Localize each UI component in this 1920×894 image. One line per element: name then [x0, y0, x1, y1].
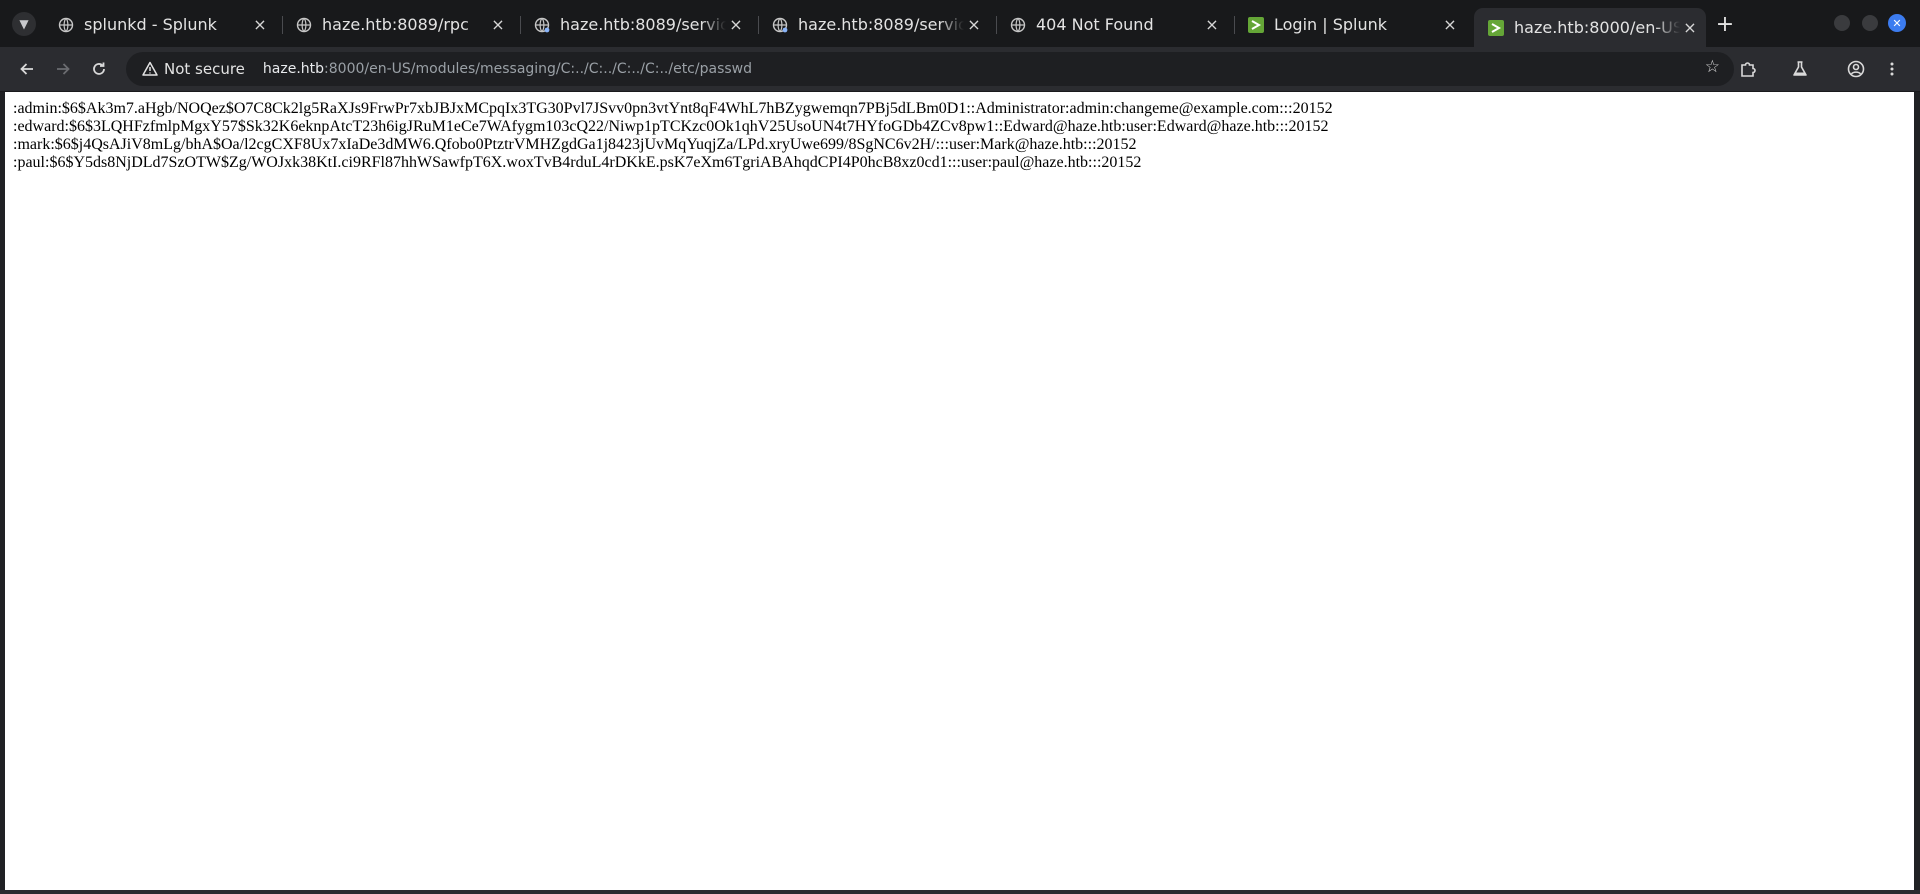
- tab-title: 404 Not Found: [1036, 15, 1154, 34]
- passwd-line-paul: :paul:$6$Y5ds8NjDLd7SzOTW$Zg/WOJxk38KtI.…: [13, 154, 1142, 171]
- page-viewport: :admin:$6$Ak3m7.aHgb/NOQez$O7C8Ck2lg5RaX…: [5, 92, 1914, 890]
- splunk-icon: [1248, 16, 1264, 33]
- tab-login-splunk[interactable]: Login | Splunk ×: [1234, 8, 1470, 41]
- window-close-button[interactable]: ✕: [1888, 14, 1906, 32]
- close-icon[interactable]: ×: [488, 15, 508, 35]
- globe-icon: [1010, 17, 1026, 32]
- close-icon[interactable]: ×: [964, 15, 984, 35]
- forward-button[interactable]: [49, 55, 77, 83]
- close-icon[interactable]: ×: [1440, 15, 1460, 35]
- passwd-line-admin: :admin:$6$Ak3m7.aHgb/NOQez$O7C8Ck2lg5RaX…: [13, 100, 1333, 117]
- minimize-button[interactable]: [1834, 15, 1850, 31]
- close-icon[interactable]: ×: [1680, 18, 1700, 38]
- flask-icon: [1793, 61, 1807, 76]
- tab-title: haze.htb:8089/rpc: [322, 15, 469, 34]
- tab-title: splunkd - Splunk: [84, 15, 217, 34]
- passwd-line-mark: :mark:$6$j4QsAJiV8mLg/bhA$Oa/l2cgCXF8Ux7…: [13, 136, 1137, 153]
- close-icon[interactable]: ×: [1202, 15, 1222, 35]
- close-icon: ✕: [1892, 16, 1902, 30]
- url-path: :8000/en-US/modules/messaging/C:../C:../…: [324, 61, 752, 77]
- tab-strip: ▼ splunkd - Splunk × haze.htb:8089/rpc ×: [0, 0, 1920, 47]
- tab-search-button[interactable]: ▼: [12, 12, 36, 36]
- tab-services[interactable]: haze.htb:8089/services ×: [520, 8, 756, 41]
- globe-icon: [296, 17, 312, 32]
- reload-icon: [93, 62, 105, 75]
- security-label: Not secure: [164, 60, 245, 78]
- passwd-line-edward: :edward:$6$3LQHFzfmlpMgxY57$Sk32K6eknpAt…: [13, 118, 1329, 135]
- tab-messaging-active[interactable]: haze.htb:8000/en-US/modules/messaging ×: [1474, 8, 1706, 47]
- url-host: haze.htb: [262, 61, 325, 77]
- chevron-down-icon: ▼: [19, 17, 29, 31]
- puzzle-icon: [1741, 62, 1756, 77]
- labs-button[interactable]: [1786, 55, 1814, 83]
- window-bottom-edge: [0, 890, 1920, 894]
- new-tab-button[interactable]: +: [1712, 11, 1738, 37]
- security-indicator[interactable]: Not secure: [134, 56, 253, 82]
- browser-toolbar: Not secure haze.htb:8000/en-US/modules/m…: [0, 47, 1920, 92]
- account-icon: [1847, 60, 1865, 78]
- url-text[interactable]: haze.htb:8000/en-US/modules/messaging/C:…: [263, 61, 752, 77]
- warning-triangle-icon: [142, 61, 158, 76]
- reload-button[interactable]: [85, 55, 113, 83]
- tab-servicesns[interactable]: haze.htb:8089/servicesNS ×: [758, 8, 994, 41]
- extensions-button[interactable]: [1734, 55, 1762, 83]
- address-bar[interactable]: Not secure haze.htb:8000/en-US/modules/m…: [126, 52, 1734, 86]
- browser-window: ▼ splunkd - Splunk × haze.htb:8089/rpc ×: [0, 0, 1920, 894]
- globe-icon: [772, 17, 788, 32]
- tab-404[interactable]: 404 Not Found ×: [996, 8, 1232, 41]
- close-icon[interactable]: ×: [250, 15, 270, 35]
- tab-title: Login | Splunk: [1274, 15, 1388, 34]
- tab-title: haze.htb:8089/services: [560, 15, 726, 34]
- arrow-right-icon: [57, 63, 70, 75]
- bookmark-star-icon[interactable]: ☆: [1705, 57, 1720, 77]
- passwd-file-content: :admin:$6$Ak3m7.aHgb/NOQez$O7C8Ck2lg5RaX…: [13, 100, 1333, 172]
- close-icon[interactable]: ×: [726, 15, 746, 35]
- back-button[interactable]: [13, 55, 41, 83]
- kebab-menu-icon: [1890, 62, 1894, 76]
- profile-button[interactable]: [1842, 55, 1870, 83]
- tab-rpc[interactable]: haze.htb:8089/rpc ×: [282, 8, 518, 41]
- globe-icon: [58, 17, 74, 32]
- maximize-button[interactable]: [1862, 15, 1878, 31]
- splunk-icon: [1488, 19, 1504, 36]
- globe-icon: [534, 17, 550, 32]
- tab-title: haze.htb:8089/servicesNS: [798, 15, 964, 34]
- menu-button[interactable]: [1878, 55, 1906, 83]
- arrow-left-icon: [20, 63, 33, 75]
- tab-splunkd[interactable]: splunkd - Splunk ×: [44, 8, 280, 41]
- tab-title: haze.htb:8000/en-US/modules/messaging: [1514, 18, 1680, 37]
- plus-icon: +: [1715, 11, 1735, 37]
